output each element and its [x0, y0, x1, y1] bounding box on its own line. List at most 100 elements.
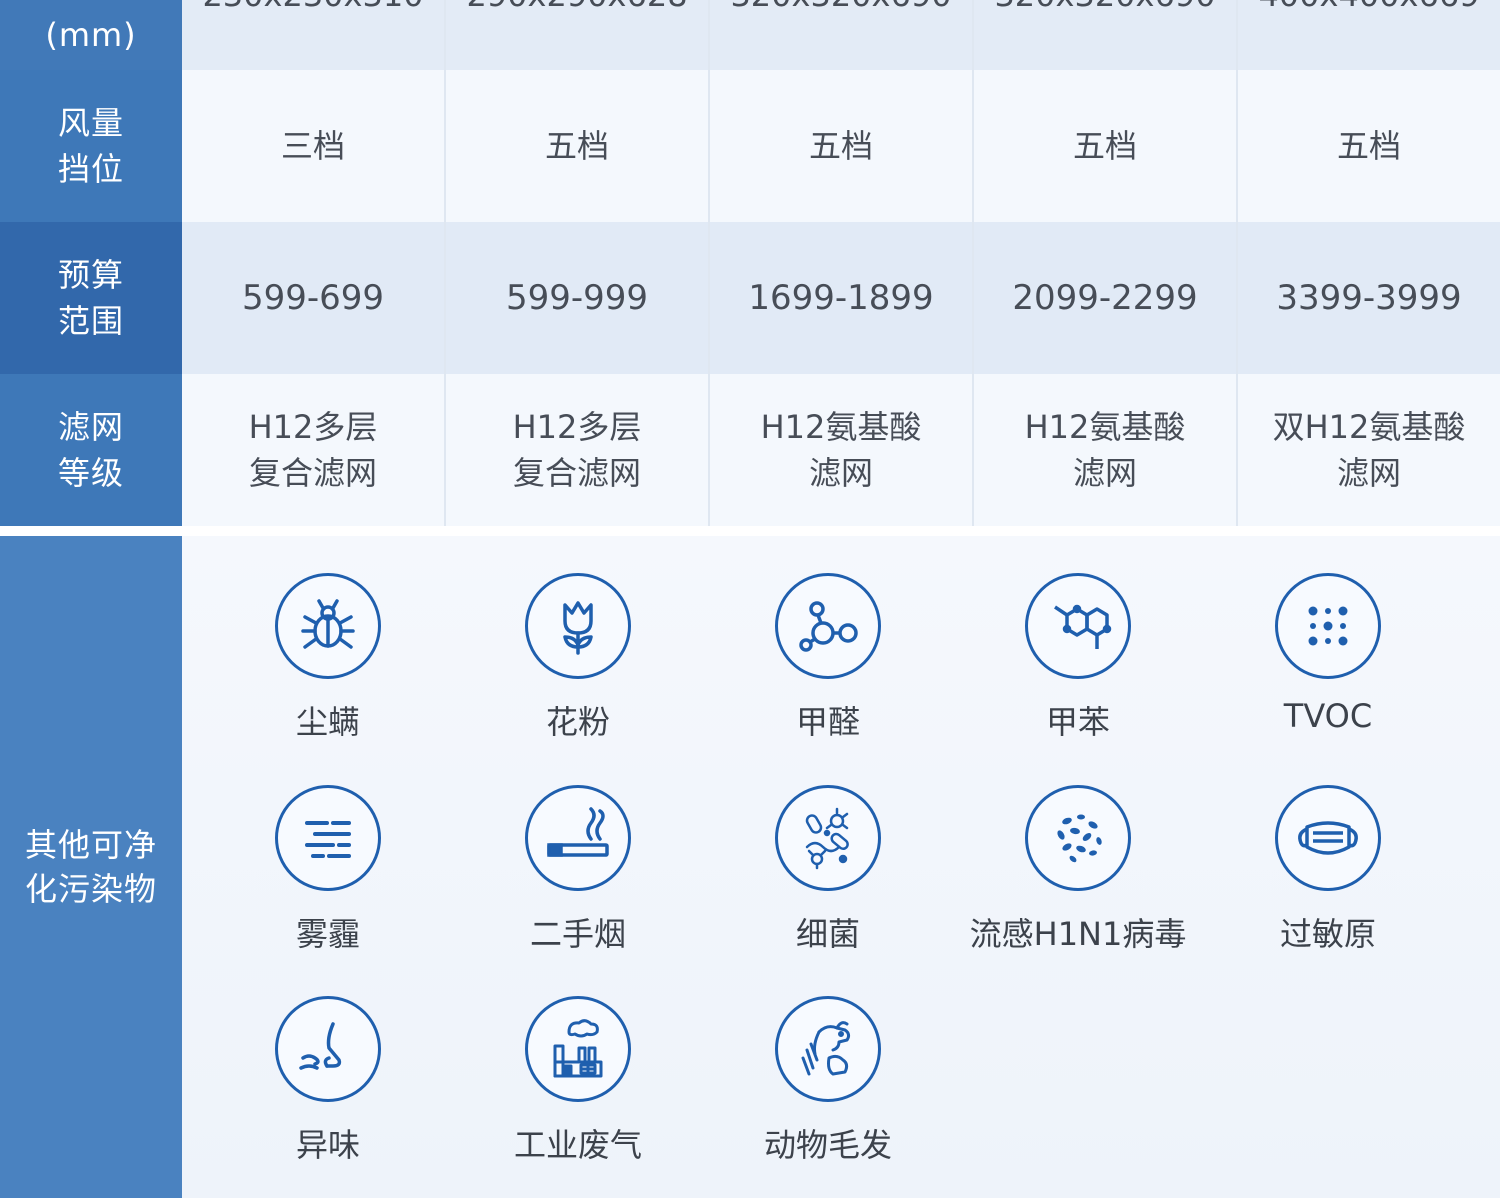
pollutant-label: 二手烟: [529, 915, 626, 953]
wind-level-cell: 五档: [1236, 70, 1500, 222]
wind-level-cells: 三档 五档 五档 五档 五档: [182, 70, 1500, 222]
formaldehyde-molecule-icon: [775, 573, 881, 679]
wind-level-header: 风量 挡位: [0, 70, 182, 222]
header-line: 风量: [57, 104, 124, 142]
pollutant-label: 过敏原: [1279, 915, 1376, 953]
flower-pollen-icon: [525, 573, 631, 679]
header-line: 其他可净: [24, 826, 157, 864]
header-line: 化污染物: [24, 870, 157, 908]
pollutant-item: 尘螨: [203, 573, 453, 743]
budget-value: 1699-1899: [748, 278, 934, 318]
budget-cell: 1699-1899: [708, 222, 972, 374]
budget-value: 599-999: [505, 278, 649, 318]
pollutant-label: 甲苯: [1045, 703, 1110, 741]
filter-grade-cell: H12多层复合滤网: [444, 374, 708, 526]
filter-grade-cell: H12氨基酸 滤网: [708, 374, 972, 526]
dimension-row-header: (mm): [0, 0, 182, 70]
wind-level-value: 五档: [808, 127, 873, 165]
filter-line: H12多层: [248, 408, 378, 446]
budget-cell: 3399-3999: [1236, 222, 1500, 374]
pollutant-item: 过敏原: [1203, 785, 1453, 955]
wind-level-value: 五档: [1072, 127, 1137, 165]
pollutant-item: 异味: [203, 996, 453, 1166]
dimension-unit-label: (mm): [45, 16, 137, 54]
wind-level-value: 三档: [280, 127, 345, 165]
filter-grade-row: 滤网 等级 H12多层 复合滤网 H12多层 复合滤网 H12氨基酸 滤网 H12氨基…: [0, 374, 1500, 526]
wind-level-cell: 五档: [708, 70, 972, 222]
budget-header: 预算 范围: [0, 222, 182, 374]
virus-icon: [1025, 785, 1131, 891]
tvoc-dots-icon: [1275, 573, 1381, 679]
haze-lines-icon: [275, 785, 381, 891]
budget-cell: 599-999: [444, 222, 708, 374]
pollutant-grid: 尘螨 花粉 甲醛 甲苯 TVOC 雾霾 二手烟 细菌 流感H1N1病毒 过敏原 …: [182, 536, 1500, 1198]
bacteria-icon: [775, 785, 881, 891]
dimension-value: 290x290x628: [466, 0, 687, 18]
cigarette-smoke-icon: [525, 785, 631, 891]
filter-line: 滤网: [1336, 454, 1401, 492]
header-line: 等级: [57, 454, 124, 492]
dimension-cell: 320x320x690: [708, 0, 972, 70]
filter-line: 复合滤网: [512, 454, 641, 492]
dimension-cell: 230x230x310: [182, 0, 444, 70]
toluene-molecule-icon: [1025, 573, 1131, 679]
filter-line: 滤网: [1072, 454, 1137, 492]
pollutant-item: 细菌: [703, 785, 953, 955]
pollutants-row: 其他可净 化污染物 尘螨 花粉 甲醛 甲苯 TVOC 雾霾 二手烟 细菌 流感H…: [0, 536, 1500, 1198]
budget-cells: 599-699 599-999 1699-1899 2099-2299 3399…: [182, 222, 1500, 374]
pollutant-label: 雾霾: [295, 915, 360, 953]
face-mask-icon: [1275, 785, 1381, 891]
budget-cell: 2099-2299: [972, 222, 1236, 374]
dimension-value: 230x230x310: [202, 0, 423, 18]
header-line: 滤网: [57, 408, 124, 446]
pollutant-label: 动物毛发: [763, 1126, 892, 1164]
filter-grade-cell: 双H12氨基酸 滤网: [1236, 374, 1500, 526]
dimension-cell: 320x320x690: [972, 0, 1236, 70]
wind-level-cell: 三档: [182, 70, 444, 222]
pollutant-item: 甲苯: [953, 573, 1203, 743]
dimension-cell: 290x290x628: [444, 0, 708, 70]
wind-level-cell: 五档: [444, 70, 708, 222]
budget-cell: 599-699: [182, 222, 444, 374]
filter-grade-cell: H12氨基酸 滤网: [972, 374, 1236, 526]
wind-level-value: 五档: [1336, 127, 1401, 165]
wind-level-row: 风量 挡位 三档 五档 五档 五档 五档: [0, 70, 1500, 222]
dimension-cell: 400x400x669: [1236, 0, 1500, 70]
pollutant-item: 流感H1N1病毒: [953, 785, 1203, 955]
pollutant-label: 甲醛: [795, 703, 860, 741]
filter-grade-cells: H12多层 复合滤网 H12多层 复合滤网 H12氨基酸 滤网 H12氨基酸 滤网 双H…: [182, 374, 1500, 526]
budget-value: 2099-2299: [1012, 278, 1198, 318]
filter-grade-cell: H12多层复合滤网: [182, 374, 444, 526]
dimension-value: 320x320x690: [730, 0, 951, 18]
filter-line: 复合滤网: [248, 454, 377, 492]
pollutant-item: 甲醛: [703, 573, 953, 743]
pollutant-item: 工业废气: [453, 996, 703, 1166]
dust-mite-icon: [275, 573, 381, 679]
pollutant-item: 二手烟: [453, 785, 703, 955]
pollutant-item: 花粉: [453, 573, 703, 743]
nose-odor-icon: [275, 996, 381, 1102]
dimension-value: 320x320x690: [994, 0, 1215, 18]
header-line: 预算: [57, 256, 124, 294]
wind-level-value: 五档: [544, 127, 609, 165]
pollutant-label: 工业废气: [513, 1126, 642, 1164]
pollutant-label: 异味: [295, 1126, 360, 1164]
wind-level-cell: 五档: [972, 70, 1236, 222]
pollutant-label: 花粉: [545, 703, 610, 741]
filter-line: H12氨基酸: [760, 408, 922, 446]
header-line: 范围: [57, 302, 124, 340]
budget-row: 预算 范围 599-699 599-999 1699-1899 2099-229…: [0, 222, 1500, 374]
filter-line: 滤网: [808, 454, 873, 492]
filter-line: H12氨基酸: [1024, 408, 1186, 446]
budget-value: 599-699: [241, 278, 385, 318]
section-divider: [0, 526, 1500, 536]
pollutant-item: 雾霾: [203, 785, 453, 955]
filter-line: H12多层: [512, 408, 642, 446]
pollutants-header: 其他可净 化污染物: [0, 536, 182, 1198]
header-line: 挡位: [57, 150, 124, 188]
budget-value: 3399-3999: [1276, 278, 1462, 318]
dimension-cells: 230x230x310 290x290x628 320x320x690 320x…: [182, 0, 1500, 70]
pollutant-label: 流感H1N1病毒: [969, 915, 1187, 953]
pollutant-label: 尘螨: [295, 703, 360, 741]
pet-hair-icon: [775, 996, 881, 1102]
